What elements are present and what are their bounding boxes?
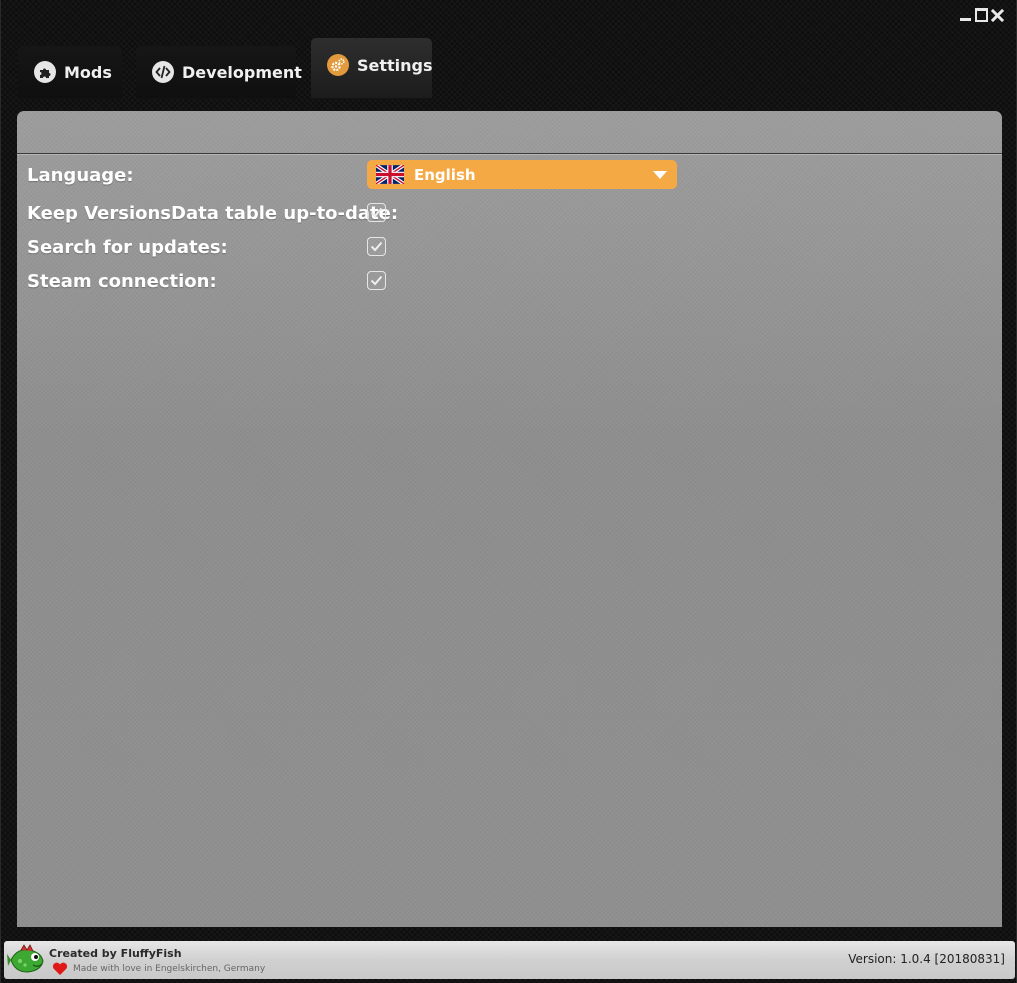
checkmark-icon [370,241,383,252]
code-icon [152,61,174,83]
puzzle-icon [34,61,56,83]
tab-development[interactable]: Development [136,46,302,98]
checkmark-icon [370,275,383,286]
checkmark-icon [370,207,383,218]
gears-icon [327,54,349,76]
language-select-value: English [414,165,476,184]
version-text: Version: 1.0.4 [20180831] [848,952,1005,966]
search-updates-row: Search for updates: [27,232,228,262]
keep-versions-wrap [367,203,386,222]
maximize-icon[interactable] [975,8,988,22]
fish-logo-icon [7,944,44,973]
tab-settings[interactable]: Settings [311,38,433,98]
steam-checkbox[interactable] [367,271,386,290]
tab-settings-label: Settings [357,55,433,75]
steam-label: Steam connection: [27,270,217,292]
heart-icon [52,962,68,975]
made-with-love-text: Made with love in Engelskirchen, Germany [73,964,266,974]
minimize-icon[interactable] [959,9,972,22]
keep-versions-label: Keep VersionsData table up-to-date: [27,202,399,224]
search-updates-label: Search for updates: [27,236,228,258]
steam-wrap [367,271,386,290]
keep-versions-checkbox[interactable] [367,203,386,222]
tab-mods-label: Mods [64,62,112,82]
tab-mods[interactable]: Mods [18,46,122,98]
app-window: Mods Development Settings Language: Engl… [0,0,1017,983]
language-label: Language: [27,164,134,186]
tab-development-label: Development [182,62,302,82]
language-row: Language: [27,160,134,190]
settings-panel: Language: English Keep VersionsData tabl… [17,111,1002,927]
language-select-wrap: English [367,160,677,189]
search-updates-checkbox[interactable] [367,237,386,256]
status-footer: Created by FluffyFish Made with love in … [4,941,1015,979]
panel-header [17,111,1002,154]
keep-versions-row: Keep VersionsData table up-to-date: [27,198,398,228]
close-icon[interactable] [991,8,1004,22]
steam-row: Steam connection: [27,266,217,296]
uk-flag-icon [376,165,404,184]
language-select[interactable]: English [367,160,677,189]
search-updates-wrap [367,237,386,256]
chevron-down-icon [653,170,667,179]
created-by-text: Created by FluffyFish [49,947,182,960]
window-controls [959,8,1004,22]
